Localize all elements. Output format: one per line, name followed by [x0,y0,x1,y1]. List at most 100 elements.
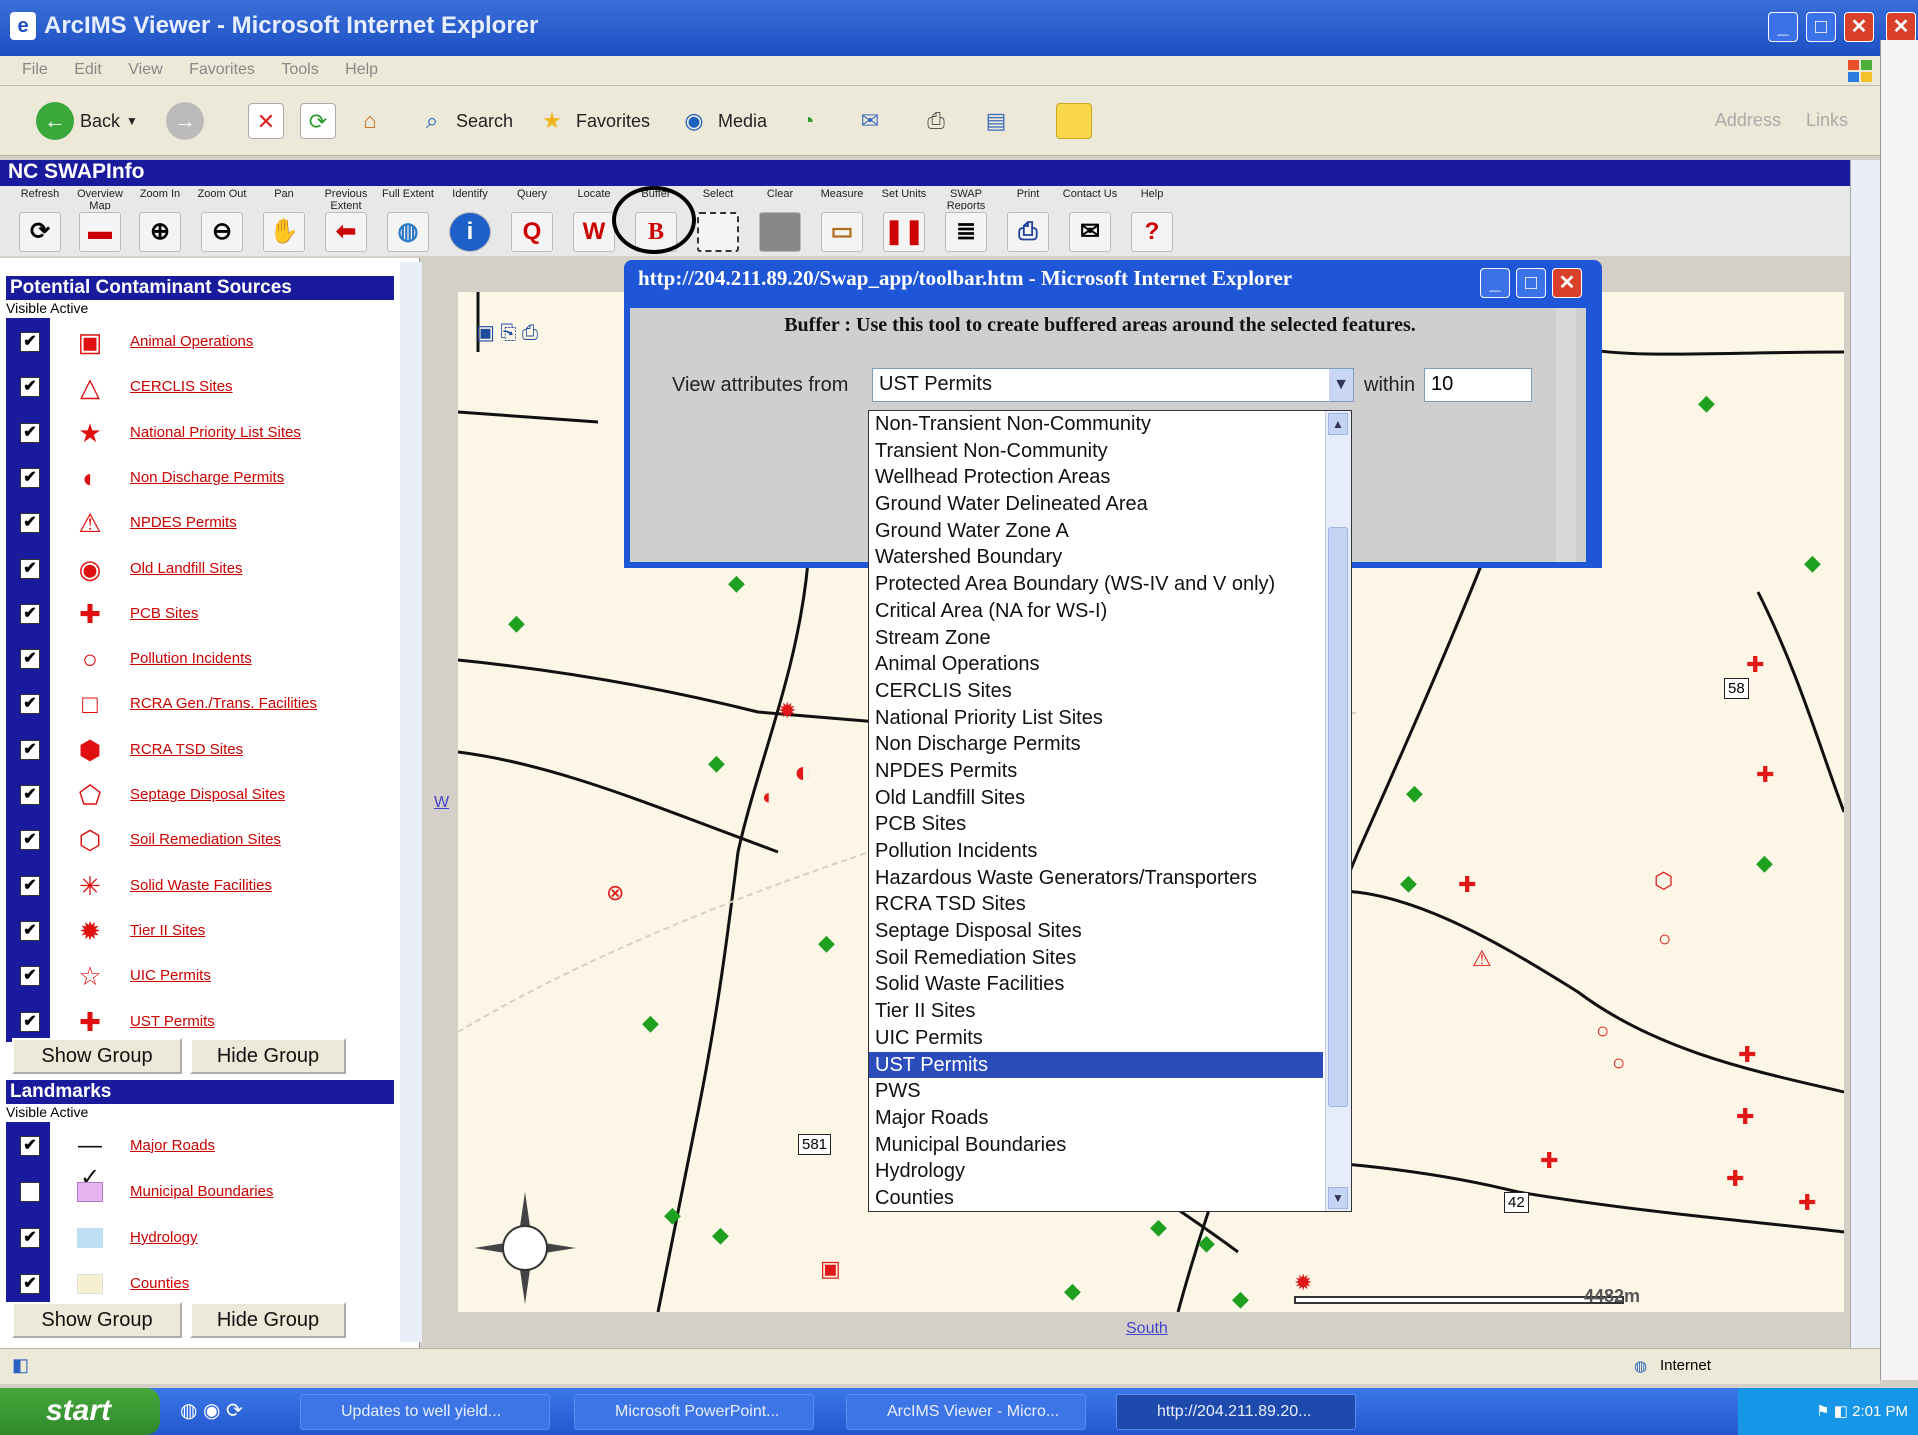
checkbox[interactable]: ✔ [20,1011,40,1032]
checkbox[interactable] [20,1182,40,1202]
edit-button[interactable]: ▤ [978,100,1014,142]
legend-link[interactable]: UIC Permits [130,967,211,984]
checkbox[interactable]: ✔ [20,875,40,896]
checkbox[interactable]: ✔ [20,830,40,851]
map-marker[interactable]: ◆ [728,572,745,594]
measure-tool[interactable]: Measure ▭ [814,188,870,254]
checkbox[interactable]: ✔ [20,649,40,670]
task-powerpoint[interactable]: Microsoft PowerPoint... [574,1394,814,1430]
dropdown-option[interactable]: Animal Operations [869,651,1323,678]
checkbox[interactable]: ✔ [20,920,40,941]
address-area[interactable]: Address Links [1715,110,1848,131]
legend-link[interactable]: Old Landfill Sites [130,560,243,577]
map-marker[interactable]: ◆ [1064,1280,1081,1302]
legend-link[interactable]: Municipal Boundaries [130,1183,273,1200]
dropdown-option[interactable]: Solid Waste Facilities [869,971,1323,998]
dropdown-option[interactable]: Ground Water Zone A [869,518,1323,545]
checkbox[interactable]: ✔ [20,377,40,398]
checkbox[interactable]: ✔ [20,603,40,624]
map-marker[interactable]: ◆ [664,1204,681,1226]
dropdown-option[interactable]: Critical Area (NA for WS-I) [869,598,1323,625]
zoom-out-tool[interactable]: Zoom Out ⊖ [194,188,250,254]
refresh-tool[interactable]: Refresh ⟳ [12,188,68,254]
map-marker[interactable]: ⬡ [1654,870,1673,892]
search-button[interactable]: ⌕ Search [414,100,513,142]
select-tool[interactable]: Select [690,188,746,254]
dropdown-option[interactable]: Municipal Boundaries [869,1132,1323,1159]
start-button[interactable]: start [0,1388,160,1435]
legend-link[interactable]: NPDES Permits [130,514,237,531]
map-marker[interactable]: ⚠ [1472,948,1492,970]
dropdown-option[interactable]: Major Roads [869,1105,1323,1132]
legend-link[interactable]: RCRA TSD Sites [130,741,243,758]
map-marker[interactable]: ✚ [1736,1106,1754,1128]
map-marker[interactable]: ✚ [1798,1192,1816,1214]
task-arcims[interactable]: ArcIMS Viewer - Micro... [846,1394,1086,1430]
popup-scrollbar[interactable] [1556,308,1576,562]
map-marker[interactable]: ○ [1658,928,1671,950]
media-button[interactable]: ◉ Media [676,100,767,142]
clear-tool[interactable]: Clear [752,188,808,254]
legend-link[interactable]: Tier II Sites [130,922,205,939]
hide-group-button[interactable]: Hide Group [190,1038,346,1074]
dropdown-option[interactable]: NPDES Permits [869,758,1323,785]
legend-link[interactable]: Pollution Incidents [130,650,252,667]
close-button[interactable]: ✕ [1844,12,1874,42]
legend-scrollbar[interactable] [400,262,422,1342]
map-marker[interactable]: ◐ [794,758,812,788]
history-button[interactable]: ◔ [790,100,826,142]
minimize-button[interactable]: _ [1768,12,1798,42]
pan-tool[interactable]: Pan ✋ [256,188,312,254]
legend-link[interactable]: National Priority List Sites [130,424,301,441]
overview-map-tool[interactable]: Overview Map ▬ [72,188,128,254]
map-marker[interactable]: ◆ [1198,1232,1215,1254]
outer-close-button[interactable]: ✕ [1886,12,1916,42]
show-group-button[interactable]: Show Group [12,1038,182,1074]
checkbox[interactable]: ✔ [20,513,40,534]
dropdown-option[interactable]: Septage Disposal Sites [869,918,1323,945]
map-marker[interactable]: ▣ [820,1258,841,1280]
map-marker[interactable]: ◆ [712,1224,729,1246]
legend-link[interactable]: Hydrology [130,1229,198,1246]
map-marker[interactable]: ◆ [642,1012,659,1034]
legend-link[interactable]: PCB Sites [130,605,198,622]
quick-launch-icons[interactable]: ◍ ◉ ⟳ [180,1398,243,1423]
legend-link[interactable]: Soil Remediation Sites [130,831,281,848]
show-group-button-landmarks[interactable]: Show Group [12,1302,182,1338]
checkbox[interactable]: ✔ [20,422,40,443]
chevron-down-icon[interactable]: ▼ [1329,369,1353,401]
dropdown-option[interactable]: National Priority List Sites [869,705,1323,732]
pan-south-link[interactable]: South [1126,1320,1168,1338]
dropdown-option[interactable]: UIC Permits [869,1025,1323,1052]
dropdown-option[interactable]: Pollution Incidents [869,838,1323,865]
map-marker[interactable]: ✚ [1458,874,1476,896]
dropdown-scrollbar[interactable]: ▲ ▼ [1325,411,1351,1211]
popup-maximize-button[interactable]: □ [1516,268,1546,298]
map-marker[interactable]: ✚ [1756,764,1774,786]
scroll-down-icon[interactable]: ▼ [1328,1187,1348,1209]
checkbox[interactable]: ✔ [20,1228,40,1248]
scroll-thumb[interactable] [1328,527,1348,1107]
links-label[interactable]: Links [1806,110,1848,130]
map-marker[interactable]: ◆ [708,752,725,774]
map-marker[interactable]: ○ [1612,1052,1625,1074]
refresh-button[interactable]: ⟳ [300,100,336,142]
checkbox[interactable]: ✔ [20,558,40,579]
print-button[interactable]: ⎙ [918,100,954,142]
menu-help[interactable]: Help [345,61,378,79]
buffer-distance-input[interactable]: 10 [1424,368,1532,402]
dropdown-option[interactable]: RCRA TSD Sites [869,891,1323,918]
map-marker[interactable]: ◆ [508,612,525,634]
checkbox[interactable]: ✔ [20,785,40,805]
legend-link[interactable]: UST Permits [130,1013,215,1030]
legend-link[interactable]: RCRA Gen./Trans. Facilities [130,695,317,712]
menu-file[interactable]: File [22,61,48,79]
help-tool[interactable]: Help? [1124,188,1180,254]
dropdown-option[interactable]: Counties [869,1185,1323,1212]
stop-button[interactable]: ✕ [248,100,284,142]
maximize-button[interactable]: □ [1806,12,1836,42]
set-units-tool[interactable]: Set Units ❚❚ [876,188,932,254]
dropdown-option[interactable]: Protected Area Boundary (WS-IV and V onl… [869,571,1323,598]
menu-edit[interactable]: Edit [74,61,102,79]
dropdown-option[interactable]: Transient Non-Community [869,438,1323,465]
